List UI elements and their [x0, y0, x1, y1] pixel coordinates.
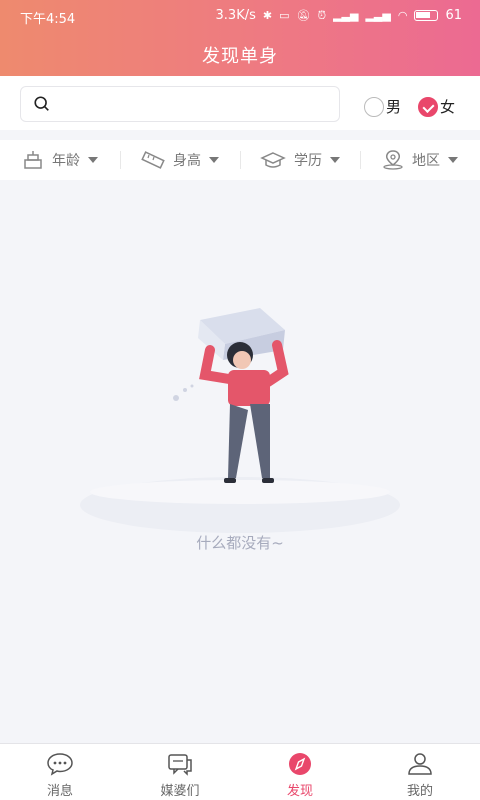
signal-icon: ▂▃▅ — [365, 9, 391, 22]
tab-discover-label: 发现 — [286, 784, 313, 799]
caret-down-icon — [330, 157, 340, 163]
male-label: 男 — [386, 98, 402, 116]
battery-icon — [414, 10, 439, 21]
compass-icon — [289, 753, 311, 775]
tab-matchmakers-label: 媒婆们 — [160, 784, 200, 799]
filter-education[interactable]: 学历 — [240, 140, 360, 180]
male-radio[interactable] — [364, 96, 384, 117]
location-pin-icon — [383, 150, 403, 170]
tab-discover[interactable]: 发现 — [240, 744, 360, 800]
female-label: 女 — [440, 98, 456, 116]
wifi-icon: ◠ — [397, 9, 408, 22]
filter-age-label: 年龄 — [52, 153, 80, 169]
tab-matchmakers[interactable]: 媒婆们 — [120, 744, 240, 800]
signal-icon: ▂▃▅ — [333, 9, 359, 22]
search-icon — [34, 96, 49, 111]
status-bar: 下午4:54 3.3K/s ✱ ▭ 🔕︎ ⏰︎ ▂▃▅ ▂▃▅ ◠ 61 — [0, 6, 480, 27]
caret-down-icon — [88, 157, 98, 163]
ruler-icon — [141, 151, 165, 169]
tab-messages[interactable]: 消息 — [0, 744, 120, 800]
status-icons: 3.3K/s ✱ ▭ 🔕︎ ⏰︎ ▂▃▅ ▂▃▅ ◠ 61 — [216, 8, 462, 23]
search-bar: 男 女 — [0, 76, 480, 130]
gender-male-option[interactable]: 男 — [364, 96, 401, 117]
caret-down-icon — [209, 157, 219, 163]
caret-down-icon — [448, 157, 458, 163]
filter-height-label: 身高 — [173, 153, 201, 169]
mute-icon: 🔕︎ — [296, 9, 311, 22]
filter-age[interactable]: 年龄 — [0, 140, 120, 180]
gender-female-option[interactable]: 女 — [418, 96, 455, 117]
bottom-tab-bar: 消息 媒婆们 发现 我的 — [0, 743, 480, 800]
tab-messages-label: 消息 — [46, 784, 73, 799]
empty-state-text: 什么都没有~ — [196, 534, 284, 552]
search-box[interactable] — [20, 86, 340, 122]
filter-education-label: 学历 — [294, 153, 322, 169]
filter-bar: 年龄 身高 学历 地区 — [0, 140, 480, 180]
filter-height[interactable]: 身高 — [120, 140, 240, 180]
search-input[interactable] — [61, 93, 321, 117]
battery-level: 61 — [445, 8, 462, 23]
person-icon — [408, 753, 432, 775]
network-speed: 3.3K/s — [215, 8, 256, 23]
graduation-cap-icon — [260, 152, 286, 168]
filter-region-label: 地区 — [412, 153, 440, 169]
vibrate-icon: ▭ — [279, 9, 290, 22]
status-time: 下午4:54 — [20, 12, 76, 27]
page-title: 发现单身 — [202, 46, 278, 67]
app-header: 下午4:54 3.3K/s ✱ ▭ 🔕︎ ⏰︎ ▂▃▅ ▂▃▅ ◠ 61 发现单… — [0, 0, 480, 76]
chat-cards-icon — [168, 754, 192, 776]
bluetooth-icon: ✱ — [262, 9, 273, 22]
female-radio-checked[interactable] — [418, 96, 438, 117]
tab-profile-label: 我的 — [406, 784, 433, 799]
empty-state-illustration — [80, 308, 400, 533]
alarm-icon: ⏰︎ — [317, 8, 327, 22]
tab-profile[interactable]: 我的 — [360, 744, 480, 800]
filter-region[interactable]: 地区 — [360, 140, 480, 180]
chat-bubble-icon — [47, 753, 73, 776]
cake-icon — [24, 151, 42, 169]
